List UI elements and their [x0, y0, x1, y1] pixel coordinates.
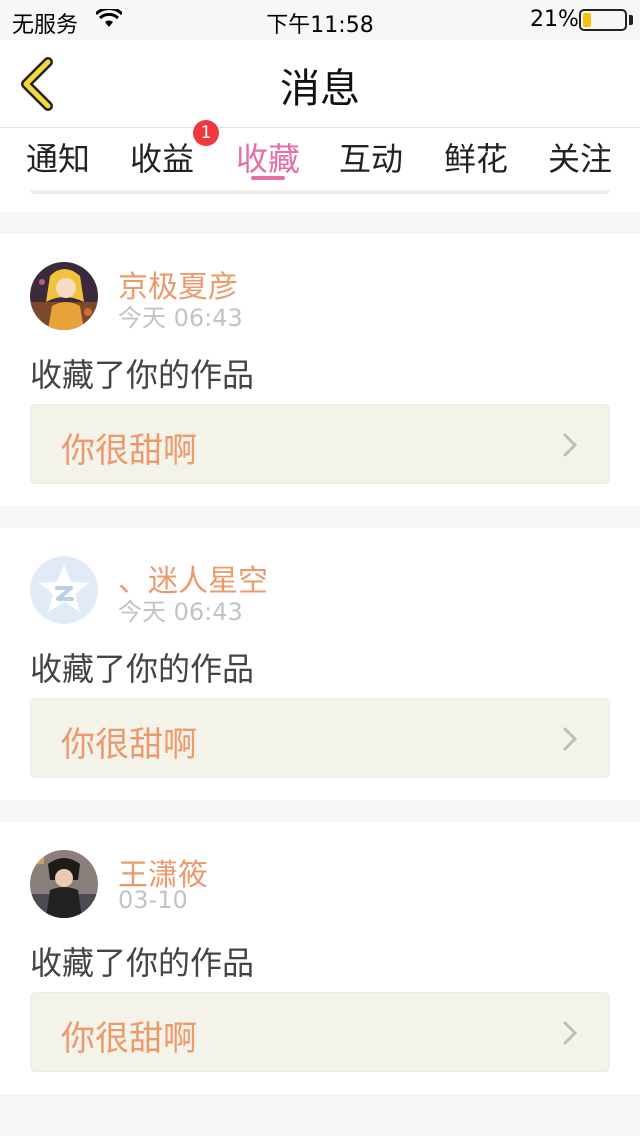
work-link[interactable]: 你很甜啊 — [30, 992, 610, 1072]
work-title: 你很甜啊 — [61, 1019, 197, 1059]
avatar[interactable] — [30, 262, 98, 330]
tab-earnings[interactable]: 收益 — [117, 134, 207, 180]
tab-bar: 通知 收益 1 收藏 互动 鲜花 关注 — [0, 120, 640, 190]
action-text: 收藏了你的作品 — [30, 356, 255, 394]
tab-favorites[interactable]: 收藏 — [223, 134, 313, 180]
work-title: 你很甜啊 — [61, 431, 197, 471]
avatar[interactable] — [30, 556, 98, 624]
active-tab-indicator — [251, 176, 285, 180]
battery-percent: 21% — [530, 7, 579, 32]
action-text: 收藏了你的作品 — [30, 650, 255, 688]
work-link[interactable]: 你很甜啊 — [30, 404, 610, 484]
message-card: 、迷人星空 今天 06:43 收藏了你的作品 你很甜啊 — [0, 528, 640, 800]
chevron-right-icon — [563, 433, 578, 457]
message-card: 京极夏彦 今天 06:43 收藏了你的作品 你很甜啊 — [0, 234, 640, 506]
tab-flowers[interactable]: 鲜花 — [431, 134, 521, 180]
work-title: 你很甜啊 — [61, 725, 197, 765]
timestamp: 今天 06:43 — [118, 304, 243, 332]
tab-interactions[interactable]: 互动 — [326, 134, 416, 180]
action-text: 收藏了你的作品 — [30, 944, 255, 982]
tab-notifications[interactable]: 通知 — [13, 134, 103, 180]
timestamp: 今天 06:43 — [118, 598, 243, 626]
page-title: 消息 — [280, 66, 360, 112]
unread-badge: 1 — [193, 120, 219, 146]
timestamp: 03-10 — [118, 886, 188, 914]
chevron-right-icon — [563, 727, 578, 751]
nav-bar: 消息 — [0, 40, 640, 128]
work-link[interactable]: 你很甜啊 — [30, 698, 610, 778]
avatar[interactable] — [30, 850, 98, 918]
battery-nub — [629, 15, 633, 25]
previous-work-box-edge — [30, 190, 610, 194]
battery-level-fill — [583, 13, 591, 27]
chevron-right-icon — [563, 1021, 578, 1045]
tab-follows[interactable]: 关注 — [535, 134, 625, 180]
status-bar: 无服务 下午11:58 21% — [0, 0, 640, 40]
battery-icon — [579, 9, 627, 31]
message-card: 王潇筱 03-10 收藏了你的作品 你很甜啊 — [0, 822, 640, 1094]
